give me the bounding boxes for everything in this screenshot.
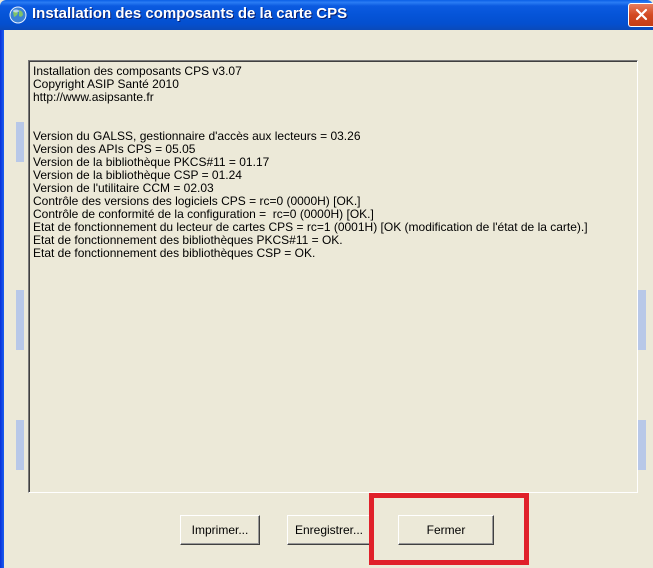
log-line-blank xyxy=(33,104,637,130)
background-decoration xyxy=(16,290,24,350)
background-decoration xyxy=(16,122,24,162)
highlight-box xyxy=(369,493,529,565)
background-decoration xyxy=(638,290,646,350)
save-button[interactable]: Enregistrer... xyxy=(287,515,371,545)
background-decoration xyxy=(638,420,646,470)
window-close-button[interactable] xyxy=(628,3,653,27)
title-bar[interactable]: Installation des composants de la carte … xyxy=(0,0,653,30)
print-button[interactable]: Imprimer... xyxy=(180,515,260,545)
window-title: Installation des composants de la carte … xyxy=(32,5,348,22)
close-icon xyxy=(635,8,648,21)
log-line: http://www.asipsante.fr xyxy=(33,90,154,104)
dialog-window: Installation des composants de la carte … xyxy=(0,0,653,568)
log-line: Etat de fonctionnement des bibliothèques… xyxy=(33,246,316,260)
globe-icon xyxy=(9,6,27,24)
background-decoration xyxy=(16,420,24,470)
window-frame-left xyxy=(0,30,4,568)
installation-log-textbox[interactable]: Installation des composants CPS v3.07 Co… xyxy=(28,60,638,493)
